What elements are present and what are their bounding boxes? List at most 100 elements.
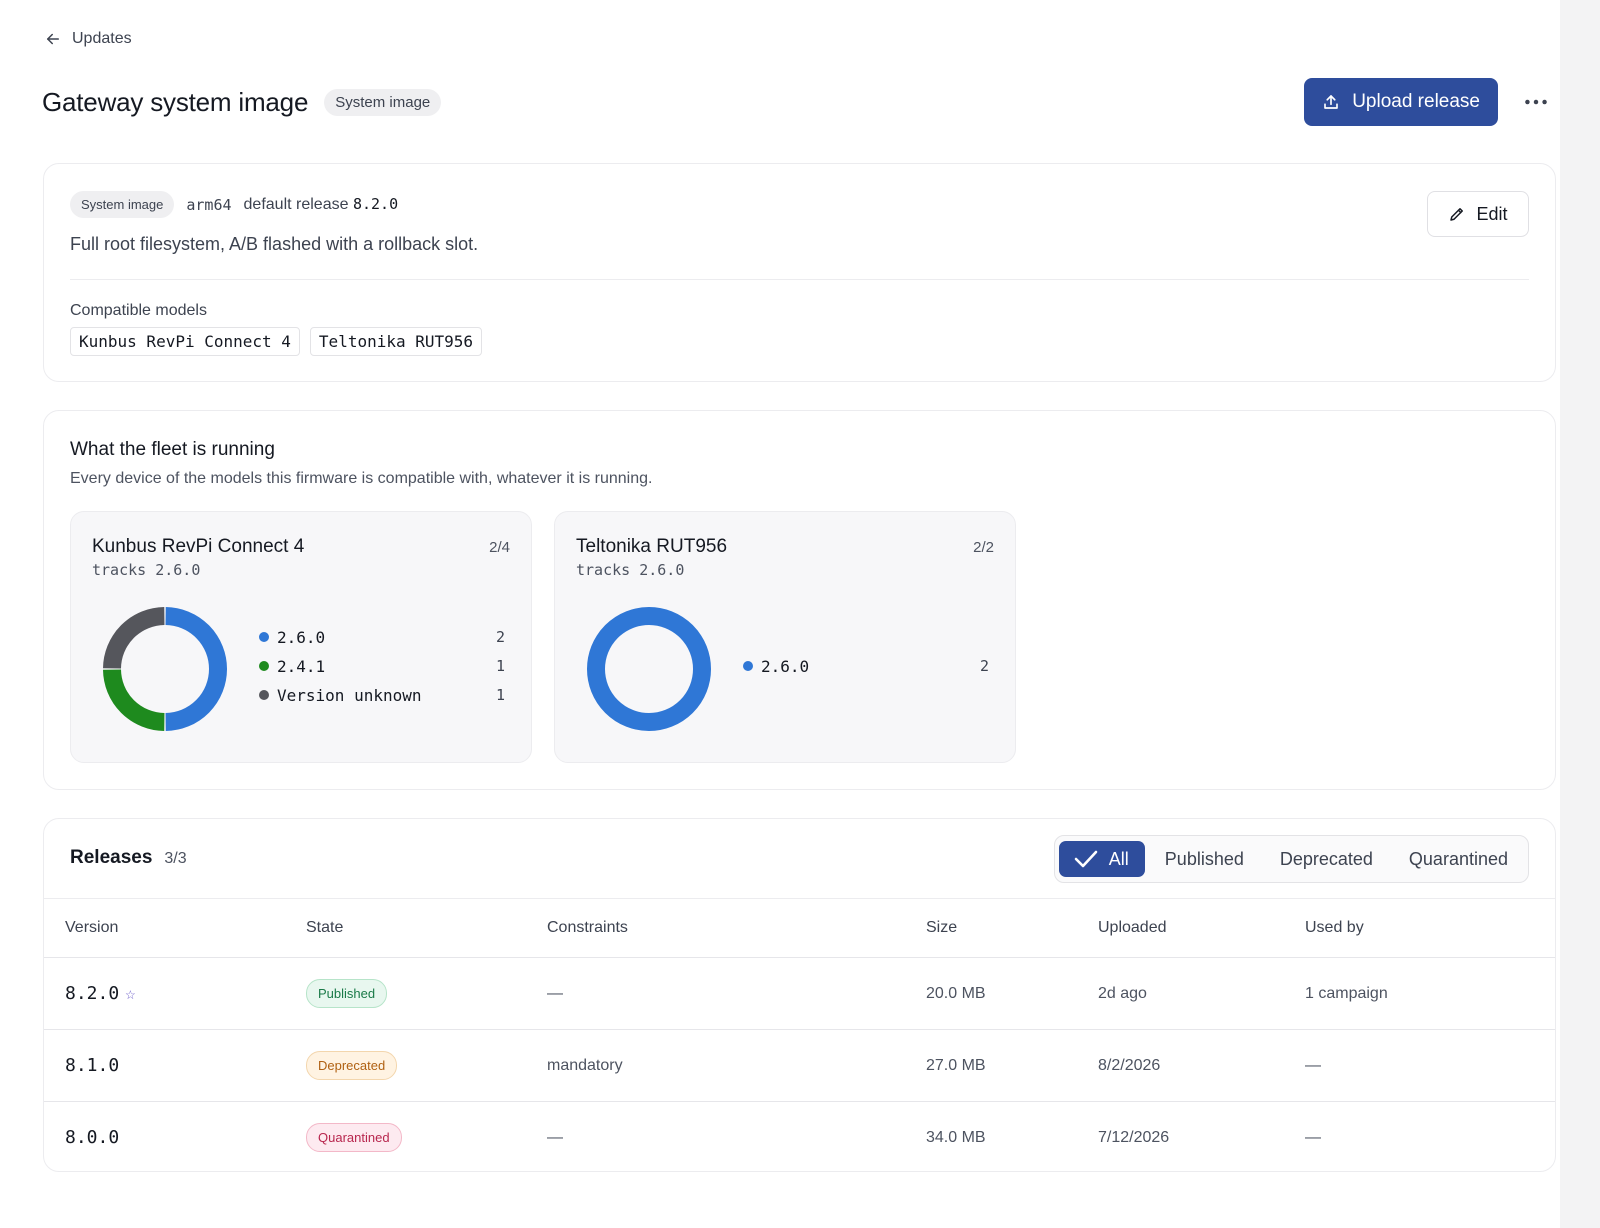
- model-count: 2/4: [489, 539, 510, 556]
- legend-dot: [259, 690, 269, 700]
- edit-label: Edit: [1476, 203, 1508, 224]
- status-badge: Quarantined: [306, 1123, 402, 1153]
- version-legend: 2.6.0 2 2.4.1 1 Version unknown 1: [259, 627, 505, 705]
- page-header: Gateway system image System image Upload…: [42, 78, 1550, 126]
- release-state: Quarantined: [285, 1102, 526, 1174]
- releases-title: Releases: [70, 847, 153, 868]
- model-card-teltonika: Teltonika RUT956 tracks 2.6.0 2/2 2.6.0 …: [554, 511, 1016, 763]
- back-link[interactable]: Updates: [44, 30, 132, 48]
- column-header-used-by: Used by: [1305, 919, 1364, 936]
- version-legend: 2.6.0 2: [743, 656, 989, 676]
- legend-dot: [259, 661, 269, 671]
- page-title: Gateway system image: [42, 86, 309, 117]
- column-header-size: Size: [926, 919, 958, 936]
- divider: [70, 279, 1529, 280]
- default-release-version: 8.2.0: [352, 195, 399, 213]
- column-header-version: Version: [65, 919, 119, 936]
- image-arch: arm64: [186, 195, 232, 214]
- release-constraints: —: [547, 1128, 563, 1146]
- column-header-state: State: [306, 919, 344, 936]
- legend-dot: [259, 632, 269, 642]
- version-donut-chart: [103, 607, 227, 731]
- release-used-by: —: [1305, 1056, 1321, 1074]
- image-type-chip: System image: [70, 191, 175, 218]
- upload-icon: [1324, 95, 1339, 109]
- edit-button[interactable]: Edit: [1427, 191, 1529, 237]
- legend-value: 1: [495, 657, 505, 675]
- releases-table: Version State Constraints Size Uploaded …: [44, 898, 1555, 1174]
- legend-item: 2.4.1 1: [259, 656, 505, 676]
- release-version: 8.1.0: [65, 1055, 120, 1076]
- more-actions-button[interactable]: [1522, 88, 1550, 116]
- check-icon: [1074, 850, 1098, 868]
- donut-segment: [165, 607, 227, 731]
- table-row[interactable]: 8.2.0 ☆ Published — 20.0 MB 2d ago 1 camp…: [44, 958, 1555, 1030]
- release-uploaded: 7/12/2026: [1098, 1128, 1170, 1146]
- fleet-title: What the fleet is running: [70, 439, 275, 460]
- compatible-model-chip: Kunbus RevPi Connect 4: [70, 327, 300, 356]
- model-count: 2/2: [973, 539, 994, 556]
- filter-label: Published: [1164, 848, 1244, 869]
- legend-dot: [743, 661, 753, 671]
- status-badge: Deprecated: [306, 1051, 398, 1080]
- legend-item: 2.6.0 2: [743, 656, 989, 676]
- release-constraints: mandatory: [547, 1056, 623, 1074]
- model-tracks: tracks 2.6.0: [576, 561, 685, 579]
- model-name: Teltonika RUT956: [576, 536, 728, 557]
- star-icon: ☆: [125, 984, 136, 1004]
- fleet-subtitle: Every device of the models this firmware…: [70, 470, 653, 487]
- donut-segment: [587, 607, 711, 731]
- filter-deprecated[interactable]: Deprecated: [1264, 841, 1389, 877]
- model-tracks: tracks 2.6.0: [92, 561, 201, 579]
- filter-all[interactable]: All: [1058, 841, 1145, 877]
- model-name: Kunbus RevPi Connect 4: [92, 536, 305, 557]
- back-link-label: Updates: [72, 30, 132, 47]
- legend-value: 2: [495, 628, 505, 646]
- upload-release-label: Upload release: [1352, 91, 1480, 112]
- release-constraints: —: [547, 984, 563, 1002]
- image-description: Full root filesystem, A/B flashed with a…: [70, 234, 479, 254]
- default-release-label: default release: [243, 196, 349, 213]
- release-version-label: 8.2.0: [65, 983, 120, 1004]
- more-horizontal-icon: [1525, 99, 1547, 105]
- pencil-icon: [1450, 208, 1464, 221]
- image-info-card: System image arm64 default release 8.2.0…: [43, 163, 1556, 382]
- table-row[interactable]: 8.0.0 Quarantined — 34.0 MB 7/12/2026 —: [44, 1102, 1555, 1174]
- release-filter: All Published Deprecated Quarantined: [1053, 835, 1529, 883]
- legend-label: 2.6.0: [761, 656, 810, 676]
- version-donut-chart: [587, 607, 711, 731]
- column-header-constraints: Constraints: [547, 919, 628, 936]
- release-used-by: 1 campaign: [1305, 984, 1388, 1002]
- upload-release-button[interactable]: Upload release: [1304, 78, 1498, 126]
- release-state: Published: [285, 958, 526, 1030]
- table-row[interactable]: 8.1.0 Deprecated mandatory 27.0 MB 8/2/2…: [44, 1030, 1555, 1102]
- compatible-models-label: Compatible models: [70, 302, 207, 319]
- release-state: Deprecated: [285, 1030, 526, 1102]
- page-scrollbar[interactable]: [1560, 0, 1600, 1228]
- legend-label: 2.4.1: [277, 656, 326, 676]
- legend-item: 2.6.0 2: [259, 627, 505, 647]
- release-size: 20.0 MB: [926, 984, 986, 1002]
- default-release: default release 8.2.0: [244, 195, 399, 214]
- donut-segment: [103, 669, 165, 731]
- release-uploaded: 2d ago: [1098, 984, 1147, 1002]
- type-badge: System image: [324, 88, 442, 116]
- filter-quarantined[interactable]: Quarantined: [1393, 841, 1524, 877]
- filter-published[interactable]: Published: [1149, 841, 1260, 877]
- legend-label: 2.6.0: [277, 627, 326, 647]
- header-actions: Upload release: [1304, 78, 1550, 126]
- releases-header: Releases 3/3: [70, 847, 187, 869]
- arrow-left-icon: [47, 33, 59, 45]
- releases-card: Releases 3/3 All Published Deprecated Qu…: [43, 818, 1556, 1172]
- release-size: 34.0 MB: [926, 1128, 986, 1146]
- filter-label: All: [1108, 848, 1129, 869]
- legend-value: 2: [979, 657, 989, 675]
- image-meta: System image arm64 default release 8.2.0: [70, 191, 398, 218]
- filter-label: Quarantined: [1408, 848, 1508, 869]
- compatible-models-list: Kunbus RevPi Connect 4 Teltonika RUT956: [70, 327, 483, 356]
- status-badge: Published: [306, 979, 388, 1008]
- releases-count: 3/3: [164, 850, 187, 867]
- release-version: 8.0.0: [65, 1127, 120, 1149]
- column-header-uploaded: Uploaded: [1098, 919, 1167, 936]
- release-used-by: —: [1305, 1128, 1321, 1146]
